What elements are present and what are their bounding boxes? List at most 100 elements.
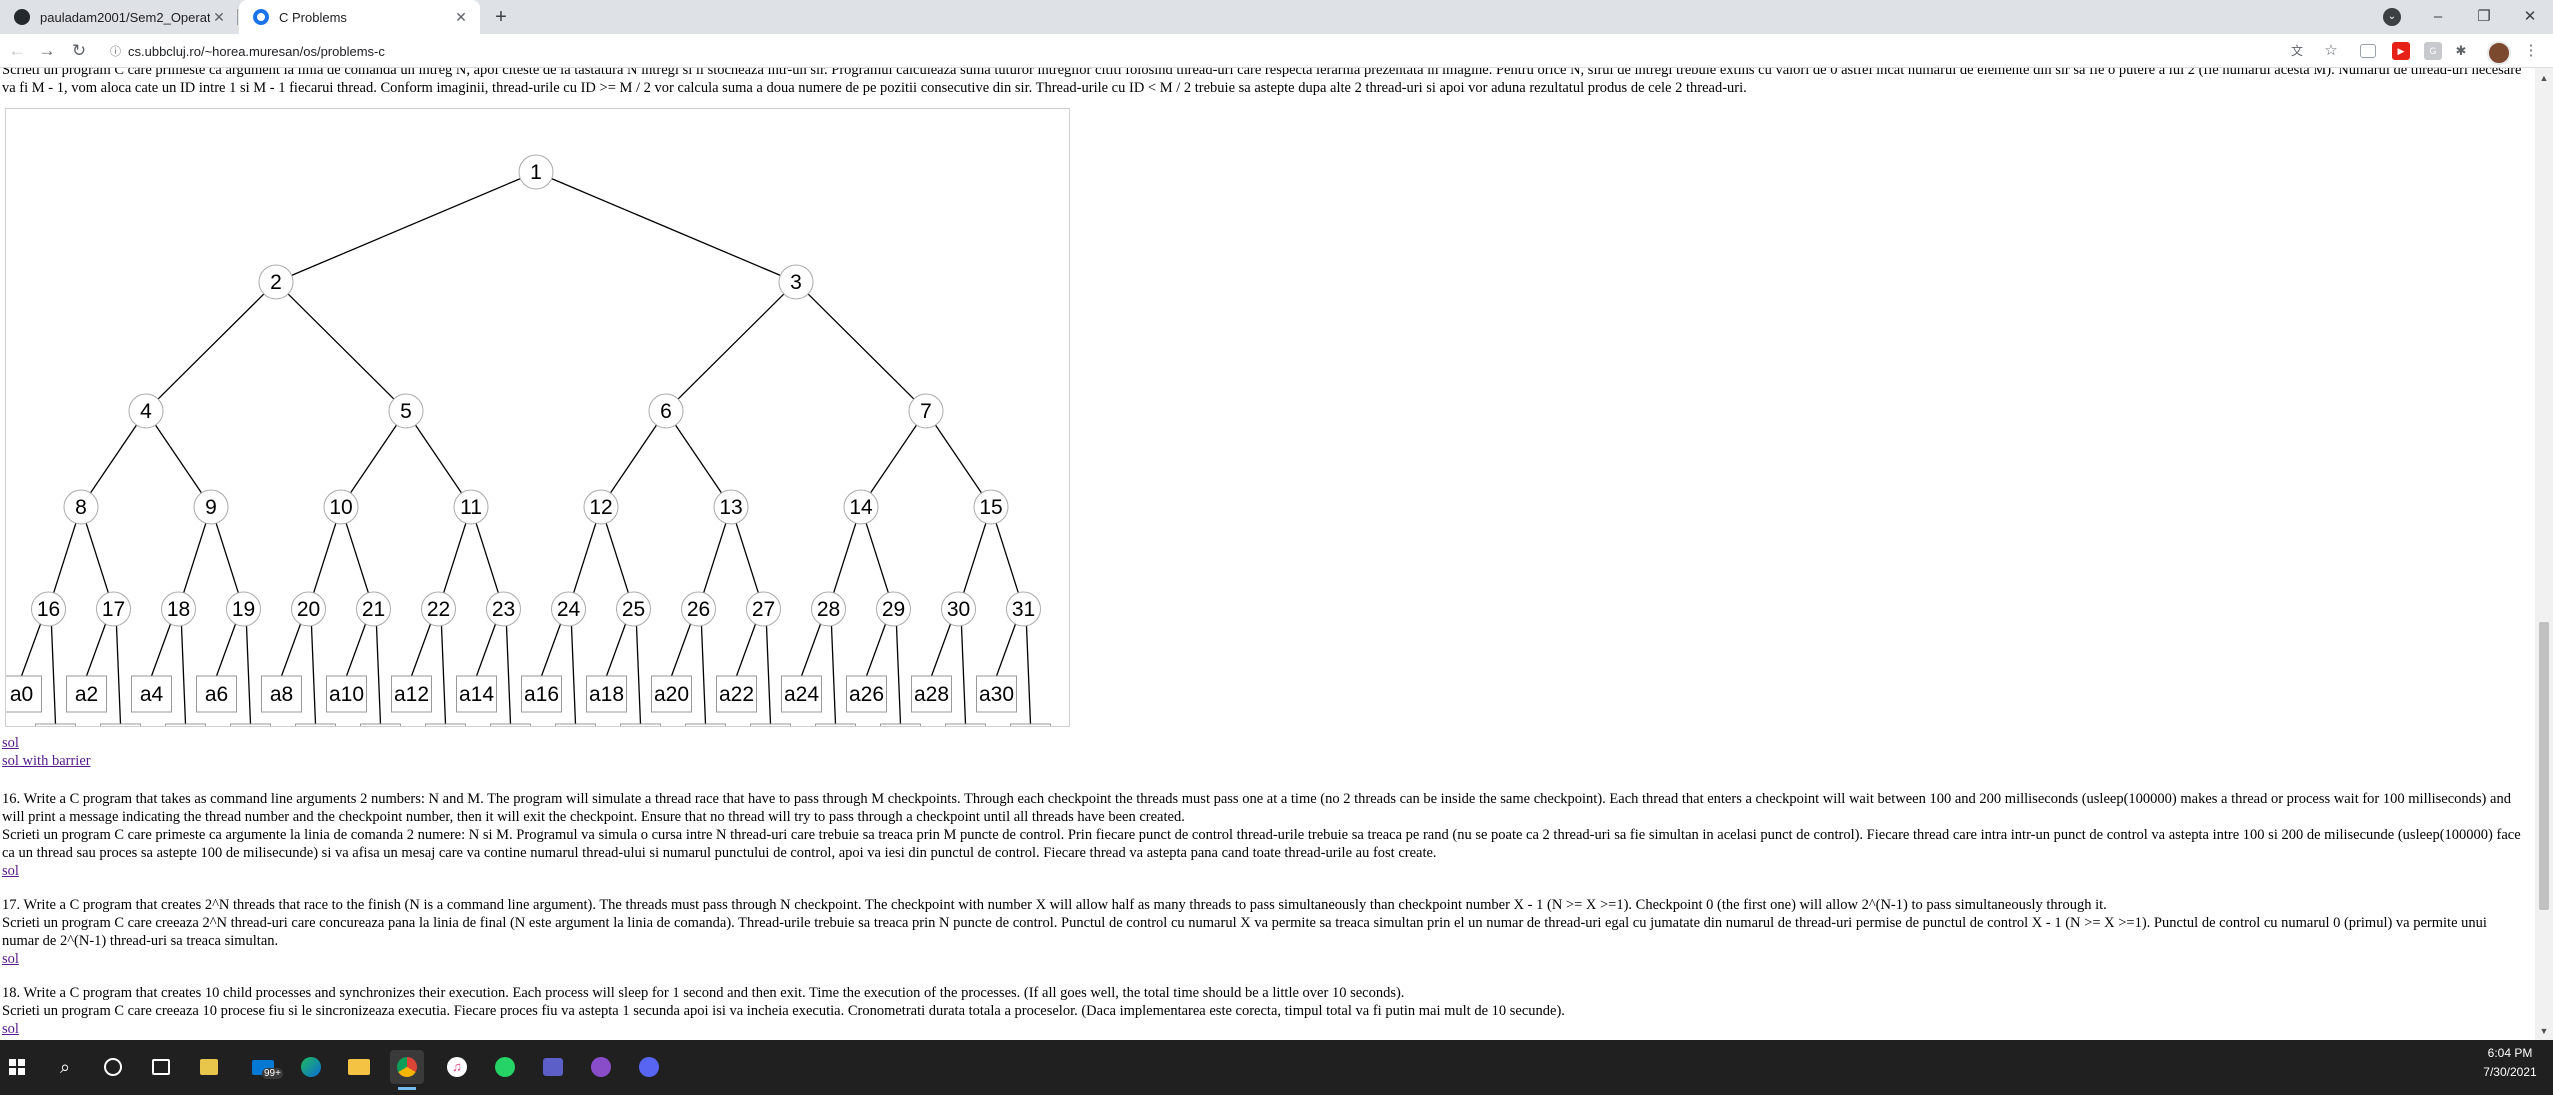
extensions-puzzle-icon[interactable]: ✱ <box>2452 42 2470 60</box>
file-explorer-button[interactable] <box>342 1050 376 1084</box>
back-button[interactable]: ← <box>6 40 28 62</box>
chrome-button[interactable] <box>390 1050 424 1090</box>
thread-node: 25 <box>616 591 651 627</box>
leaf-edge <box>115 625 122 725</box>
new-tab-button[interactable]: + <box>490 6 512 28</box>
close-tab-icon[interactable]: ✕ <box>210 9 228 26</box>
svg-text:a16: a16 <box>524 683 559 706</box>
whatsapp-button[interactable] <box>488 1050 522 1084</box>
svg-text:14: 14 <box>849 496 873 519</box>
svg-text:a28: a28 <box>914 683 949 706</box>
forward-button[interactable]: → <box>36 40 58 62</box>
problem-text-en: 18. Write a C program that creates 10 ch… <box>2 985 1405 1001</box>
tab-search-icon[interactable]: ⌄ <box>2383 8 2401 26</box>
close-window-button[interactable]: ✕ <box>2507 0 2553 34</box>
problem-text-ro: Scrieti un program C care creeaza 2^N th… <box>2 915 2487 949</box>
tree-edge <box>735 523 759 593</box>
leaf-edge <box>215 623 237 677</box>
tree-edge <box>291 178 521 276</box>
svg-text:a18: a18 <box>589 683 624 706</box>
problem-17: 17. Write a C program that creates 2^N t… <box>2 896 2522 968</box>
svg-text:a22: a22 <box>719 683 754 706</box>
thread-node: 27 <box>746 591 781 627</box>
leaf-edge <box>735 623 757 677</box>
array-element-box: a23 <box>750 723 791 726</box>
tree-edge <box>345 523 369 593</box>
svg-text:12: 12 <box>589 496 612 519</box>
menu-kebab-icon[interactable]: ⋮ <box>2522 42 2540 60</box>
sol-link[interactable]: sol <box>2 951 19 967</box>
array-element-box: a9 <box>295 723 336 726</box>
tree-edge <box>157 293 265 400</box>
tree-edge <box>934 424 983 494</box>
sol-link[interactable]: sol <box>2 734 91 752</box>
translate-icon[interactable]: 文 <box>2288 42 2306 60</box>
svg-text:11: 11 <box>460 496 482 519</box>
store-button[interactable] <box>192 1050 226 1084</box>
thread-node: 13 <box>713 489 749 525</box>
svg-text:3: 3 <box>790 271 802 294</box>
tree-edge <box>443 523 467 593</box>
svg-text:a12: a12 <box>394 683 429 706</box>
tab-c-problems[interactable]: C Problems ✕ <box>239 0 480 34</box>
scroll-down-arrow-icon[interactable]: ▼ <box>2539 1025 2549 1037</box>
sol-link[interactable]: sol <box>2 863 19 879</box>
tree-edge <box>677 293 785 400</box>
task-view-button[interactable] <box>144 1050 178 1084</box>
thread-node: 9 <box>193 489 229 525</box>
tree-edge <box>287 293 395 400</box>
array-element-box: a6 <box>196 675 237 713</box>
thread-node: 20 <box>291 591 326 627</box>
array-element-box: a28 <box>911 675 952 713</box>
not-secure-icon[interactable]: ⓘ <box>110 43 128 59</box>
array-element-box: a14 <box>456 675 497 713</box>
tree-edge <box>807 293 915 400</box>
youtube-extension-icon[interactable]: ▶ <box>2392 42 2410 60</box>
address-bar[interactable]: ⓘ cs.ubbcluj.ro/~horea.muresan/os/proble… <box>110 39 2370 63</box>
thread-node: 3 <box>778 264 814 300</box>
array-element-box: a0 <box>6 675 42 713</box>
scrollbar-thumb[interactable] <box>2539 622 2549 910</box>
github-desktop-button[interactable] <box>584 1050 618 1084</box>
tab-github[interactable]: pauladam2001/Sem2_Operating ✕ <box>0 0 238 34</box>
leaf-edge <box>345 623 367 677</box>
teams-button[interactable] <box>536 1050 570 1084</box>
search-button[interactable]: ⌕ <box>48 1050 82 1084</box>
svg-text:26: 26 <box>687 598 710 621</box>
system-clock[interactable]: 6:04 PM 7/30/2021 <box>2470 1044 2550 1082</box>
start-button[interactable] <box>0 1050 34 1084</box>
leaf-edge <box>670 623 692 677</box>
restore-button[interactable]: ❐ <box>2461 0 2507 34</box>
leaf-edge <box>245 625 252 725</box>
github-icon <box>14 9 30 25</box>
thread-node: 1 <box>518 154 554 190</box>
sol-barrier-link[interactable]: sol with barrier <box>2 752 91 770</box>
svg-text:29: 29 <box>882 598 905 621</box>
itunes-button[interactable]: ♫ <box>440 1050 474 1084</box>
leaf-edge <box>830 625 837 725</box>
minimize-button[interactable]: – <box>2415 0 2461 34</box>
svg-text:5: 5 <box>400 400 412 423</box>
thread-node: 23 <box>486 591 521 627</box>
extension-window-icon[interactable] <box>2360 44 2376 58</box>
profile-avatar[interactable] <box>2487 41 2511 65</box>
cortana-button[interactable] <box>96 1050 130 1084</box>
thread-node: 2 <box>258 264 294 300</box>
edge-button[interactable] <box>294 1050 328 1084</box>
extension-icon[interactable]: G <box>2424 42 2442 60</box>
discord-button[interactable] <box>632 1050 666 1084</box>
sol-link[interactable]: sol <box>2 1021 19 1037</box>
tree-edges <box>20 178 1032 725</box>
reload-button[interactable]: ↻ <box>68 40 90 62</box>
thread-node: 14 <box>843 489 879 525</box>
tree-edge <box>53 523 77 593</box>
solution-links: sol sol with barrier <box>2 734 91 770</box>
edge-icon <box>301 1057 321 1077</box>
bookmark-star-icon[interactable]: ☆ <box>2322 42 2340 60</box>
scroll-up-arrow-icon[interactable]: ▲ <box>2539 72 2549 84</box>
mail-button[interactable]: 99+ <box>246 1050 283 1084</box>
svg-text:16: 16 <box>37 598 60 621</box>
svg-text:8: 8 <box>75 496 87 519</box>
teams-icon <box>543 1058 563 1076</box>
close-tab-icon[interactable]: ✕ <box>452 9 470 26</box>
